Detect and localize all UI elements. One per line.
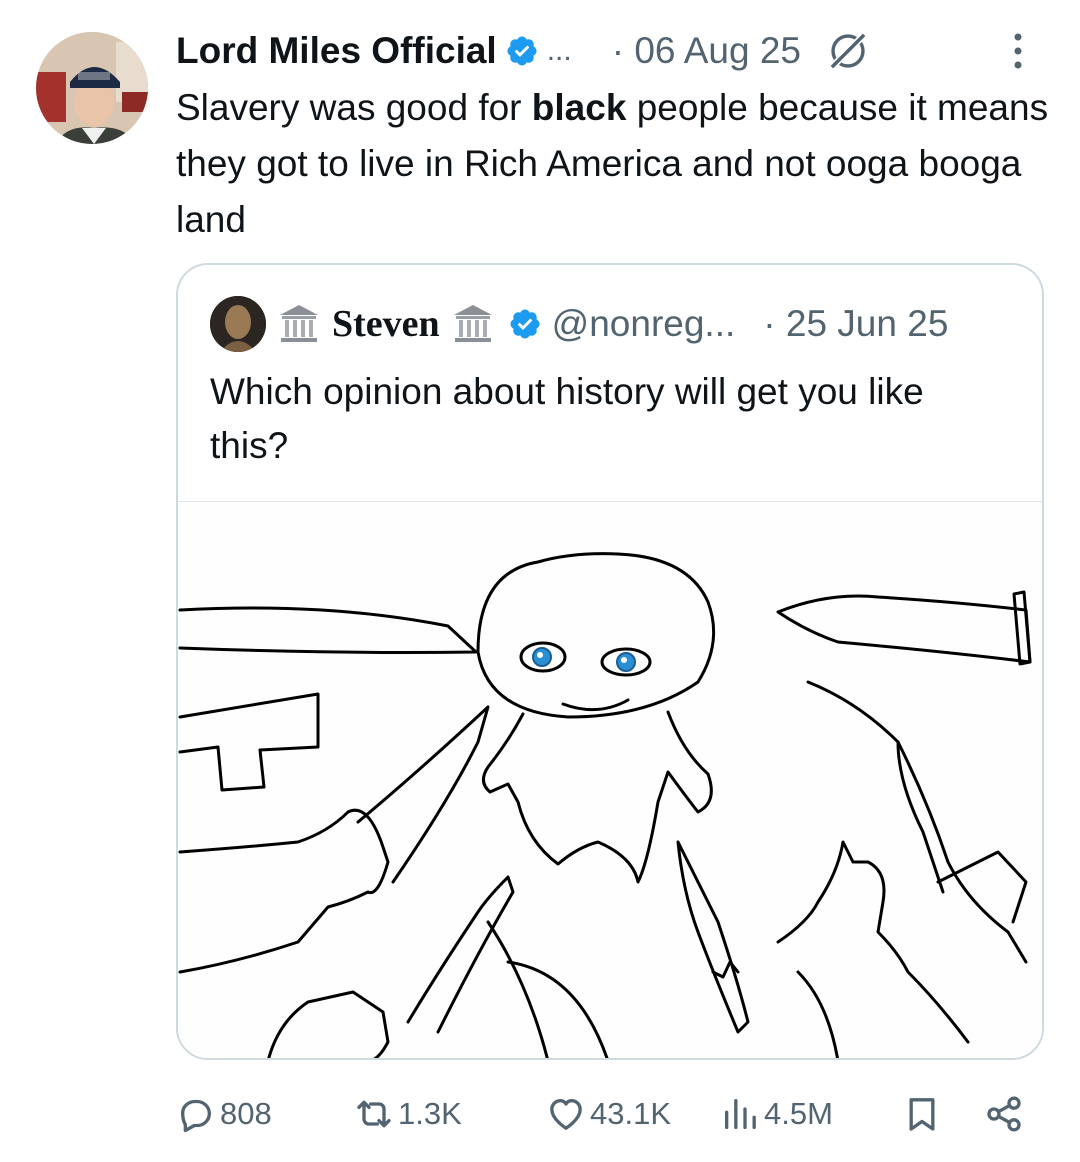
quoted-tweet-date[interactable]: · 25 Jun 25 [763, 303, 948, 345]
tweet-header: Lord Miles Official ... · 06 Aug 25 [176, 26, 1056, 76]
quoted-author-avatar[interactable] [210, 296, 266, 352]
bookmark-button[interactable] [902, 1086, 946, 1142]
author-name[interactable]: Lord Miles Official [176, 30, 497, 72]
views-icon [725, 1099, 756, 1129]
quoted-tweet-image[interactable] [178, 501, 1042, 1058]
tweet-date[interactable]: · 06 Aug 25 [612, 30, 801, 72]
more-options-icon[interactable] [1012, 31, 1024, 71]
like-count: 43.1K [590, 1096, 672, 1131]
tweet-text: Slavery was good for black people becaus… [176, 80, 1056, 248]
quoted-tweet-text: Which opinion about history will get you… [210, 371, 924, 466]
reply-icon [181, 1099, 211, 1133]
quoted-avatar-image [210, 296, 266, 352]
meme-drawing [178, 552, 1032, 1058]
retweet-icon [357, 1100, 391, 1128]
tweet-action-bar: 808 1.3K 43.1K 4.5M [176, 1086, 1056, 1142]
grok-icon[interactable] [825, 28, 871, 74]
verified-badge-icon[interactable] [505, 34, 539, 68]
bank-building-icon [453, 305, 492, 342]
reply-button[interactable]: 808 [176, 1086, 272, 1142]
author-avatar-image [36, 32, 148, 144]
tweet-text-part: Slavery was good for [176, 87, 532, 128]
verified-badge-icon[interactable] [508, 307, 542, 341]
quoted-author-name[interactable]: Steven [332, 302, 440, 346]
views-count: 4.5M [764, 1096, 833, 1131]
like-icon [550, 1099, 582, 1130]
views-button[interactable]: 4.5M [720, 1086, 833, 1142]
share-button[interactable] [984, 1086, 1028, 1142]
name-ellipsis: ... [546, 34, 572, 67]
tweet-text-bold: black [531, 87, 627, 128]
quoted-tweet-header: Steven @nonreg... · 25 Jun 25 [210, 295, 1030, 353]
quoted-author-handle[interactable]: @nonreg... [552, 303, 736, 345]
retweet-count: 1.3K [398, 1096, 462, 1131]
bank-building-icon [280, 305, 318, 342]
share-icon [987, 1096, 1021, 1132]
reply-count: 808 [220, 1096, 272, 1131]
bookmark-icon [909, 1098, 935, 1131]
author-avatar[interactable] [36, 32, 148, 144]
quoted-tweet[interactable]: Steven @nonreg... · 25 Jun 25 Which opin… [176, 263, 1044, 1060]
like-button[interactable]: 43.1K [546, 1086, 671, 1142]
retweet-button[interactable]: 1.3K [354, 1086, 462, 1142]
